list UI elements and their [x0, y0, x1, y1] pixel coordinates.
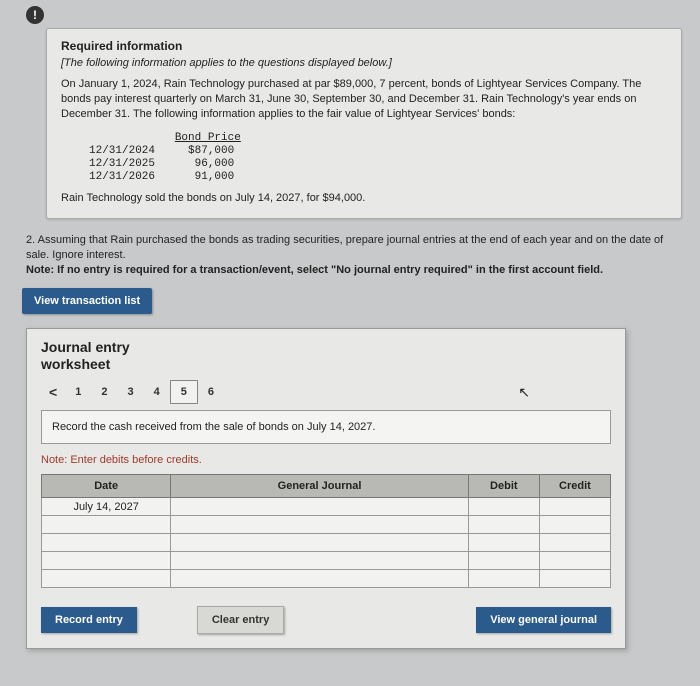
- table-row: [42, 570, 611, 588]
- worksheet-title: Journal entry worksheet: [41, 339, 611, 373]
- instruction-box: Record the cash received from the sale o…: [41, 410, 611, 444]
- date-cell[interactable]: July 14, 2027: [42, 498, 171, 516]
- chevron-left-icon[interactable]: <: [41, 380, 65, 404]
- account-cell[interactable]: [171, 552, 468, 570]
- debit-cell[interactable]: [468, 498, 539, 516]
- table-row: [42, 534, 611, 552]
- bond-header-price: Bond Price: [175, 132, 241, 144]
- date-cell[interactable]: [42, 570, 171, 588]
- debit-cell[interactable]: [468, 534, 539, 552]
- table-row: July 14, 2027: [42, 498, 611, 516]
- credit-cell[interactable]: [539, 534, 610, 552]
- view-transaction-list-button[interactable]: View transaction list: [22, 288, 152, 314]
- debit-credit-note: Note: Enter debits before credits.: [41, 454, 611, 466]
- bond-row-price: 91,000: [188, 171, 234, 183]
- debit-cell[interactable]: [468, 570, 539, 588]
- date-cell[interactable]: [42, 552, 171, 570]
- bond-row-price: $87,000: [188, 145, 234, 157]
- credit-cell[interactable]: [539, 498, 610, 516]
- clear-entry-button[interactable]: Clear entry: [197, 606, 284, 634]
- question-text: 2. Assuming that Rain purchased the bond…: [26, 234, 663, 261]
- table-row: [42, 516, 611, 534]
- question-note: Note: If no entry is required for a tran…: [26, 264, 603, 276]
- journal-entry-worksheet: Journal entry worksheet < 1 2 3 4 5 6 ↖ …: [26, 328, 626, 650]
- bond-price-table: Bond Price 12/31/2024 $87,000 12/31/2025…: [89, 132, 667, 185]
- credit-cell[interactable]: [539, 552, 610, 570]
- record-entry-button[interactable]: Record entry: [41, 607, 137, 633]
- tab-5[interactable]: 5: [170, 380, 198, 404]
- bond-row-price: 96,000: [188, 158, 234, 170]
- tab-3[interactable]: 3: [117, 381, 143, 403]
- bond-row-date: 12/31/2025: [89, 158, 155, 170]
- tab-2[interactable]: 2: [91, 381, 117, 403]
- bond-row-date: 12/31/2026: [89, 171, 155, 183]
- worksheet-button-row: Record entry Clear entry View general jo…: [41, 606, 611, 634]
- journal-entry-table: Date General Journal Debit Credit July 1…: [41, 474, 611, 588]
- view-general-journal-button[interactable]: View general journal: [476, 607, 611, 633]
- date-cell[interactable]: [42, 516, 171, 534]
- tab-1[interactable]: 1: [65, 381, 91, 403]
- sold-line: Rain Technology sold the bonds on July 1…: [61, 192, 667, 204]
- credit-cell[interactable]: [539, 570, 610, 588]
- scenario-paragraph: On January 1, 2024, Rain Technology purc…: [61, 77, 667, 122]
- account-cell[interactable]: [171, 534, 468, 552]
- date-cell[interactable]: [42, 534, 171, 552]
- worksheet-tab-row: < 1 2 3 4 5 6 ↖: [41, 380, 611, 404]
- worksheet-title-line2: worksheet: [41, 356, 110, 372]
- alert-icon: !: [26, 6, 44, 24]
- debit-cell[interactable]: [468, 552, 539, 570]
- bond-row-date: 12/31/2024: [89, 145, 155, 157]
- col-header-general-journal: General Journal: [171, 475, 468, 498]
- cursor-icon: ↖: [518, 384, 530, 401]
- tab-6[interactable]: 6: [198, 381, 224, 403]
- question-block: 2. Assuming that Rain purchased the bond…: [18, 233, 682, 278]
- credit-cell[interactable]: [539, 516, 610, 534]
- required-info-subtitle: [The following information applies to th…: [61, 57, 667, 69]
- account-cell[interactable]: [171, 516, 468, 534]
- account-cell[interactable]: [171, 570, 468, 588]
- col-header-debit: Debit: [468, 475, 539, 498]
- required-info-title: Required information: [61, 39, 667, 53]
- table-row: [42, 552, 611, 570]
- worksheet-title-line1: Journal entry: [41, 339, 130, 355]
- col-header-credit: Credit: [539, 475, 610, 498]
- required-info-card: Required information [The following info…: [46, 28, 682, 219]
- account-cell[interactable]: [171, 498, 468, 516]
- col-header-date: Date: [42, 475, 171, 498]
- tab-4[interactable]: 4: [144, 381, 170, 403]
- debit-cell[interactable]: [468, 516, 539, 534]
